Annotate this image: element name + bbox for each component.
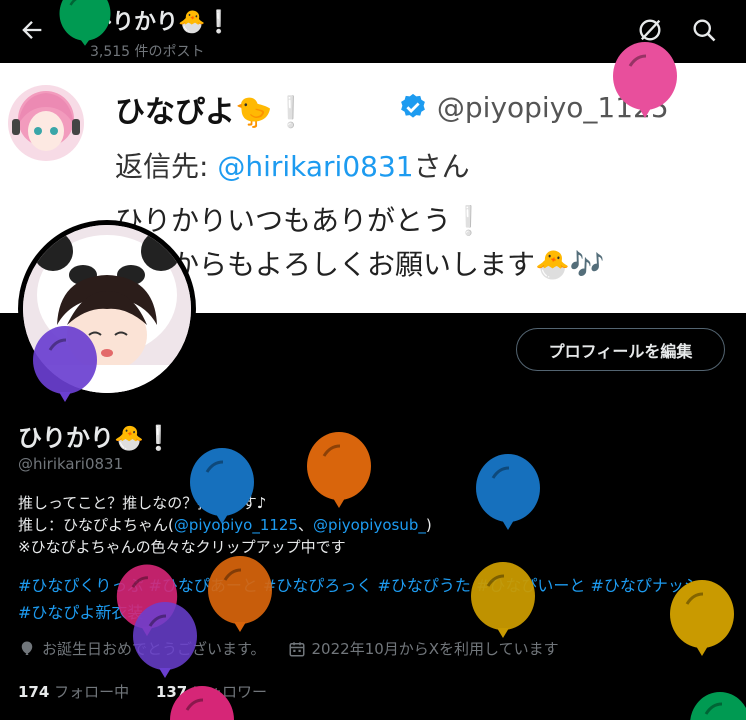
bio-line2-prefix: 推し：ひなぴよちゃん( (18, 516, 174, 534)
balloon-icon (133, 602, 197, 678)
following-link[interactable]: 174 フォロー中 (18, 683, 129, 701)
search-icon[interactable] (690, 16, 718, 44)
banner-name: ひなぴよ🐤❕ (115, 95, 310, 130)
banner-avatar (8, 85, 84, 161)
balloon-icon (690, 692, 746, 720)
following-count: 174 (18, 683, 50, 701)
balloon-icon (471, 562, 535, 638)
balloon-icon (170, 686, 234, 720)
reply-mention: @hirikari0831 (217, 150, 414, 183)
balloon-icon (190, 448, 254, 524)
bio-line1: 推しってこと？推しなの？推しです♪ (18, 494, 267, 512)
profile-bio: 推しってこと？推しなの？推しです♪ 推し：ひなぴよちゃん(@piyopiyo_1… (18, 492, 733, 558)
balloon-icon (307, 432, 371, 508)
balloon-icon (33, 326, 97, 402)
bio-line2-suffix: ) (425, 516, 432, 534)
bio-line3: ※ひなぴよちゃんの色々なクリップアップ中です (18, 538, 346, 556)
balloon-icon (613, 42, 677, 118)
balloon-icon (476, 454, 540, 530)
balloon-icon (208, 556, 272, 632)
balloon-icon (59, 0, 111, 46)
following-label: フォロー中 (54, 683, 130, 701)
balloon-icon (21, 641, 33, 655)
calendar-icon (289, 641, 305, 656)
banner-text-line1: ひりかりいつもありがとう❕ (115, 204, 486, 237)
arrow-left-icon[interactable] (18, 16, 46, 44)
reply-prefix: 返信先: (115, 150, 218, 183)
reply-suffix: さん (413, 150, 470, 183)
verified-icon (401, 93, 425, 118)
edit-profile-button[interactable]: プロフィールを編集 (516, 328, 725, 371)
display-name: ひりかり🐣❕ (18, 424, 174, 452)
profile-handle: @hirikari0831 (18, 455, 124, 473)
balloon-icon (670, 580, 734, 656)
banner-reply: 返信先: @hirikari0831さん (115, 145, 470, 185)
bio-line2: 推し：ひなぴよちゃん(@piyopiyo_1125、@piyopiyosub_) (18, 514, 733, 536)
